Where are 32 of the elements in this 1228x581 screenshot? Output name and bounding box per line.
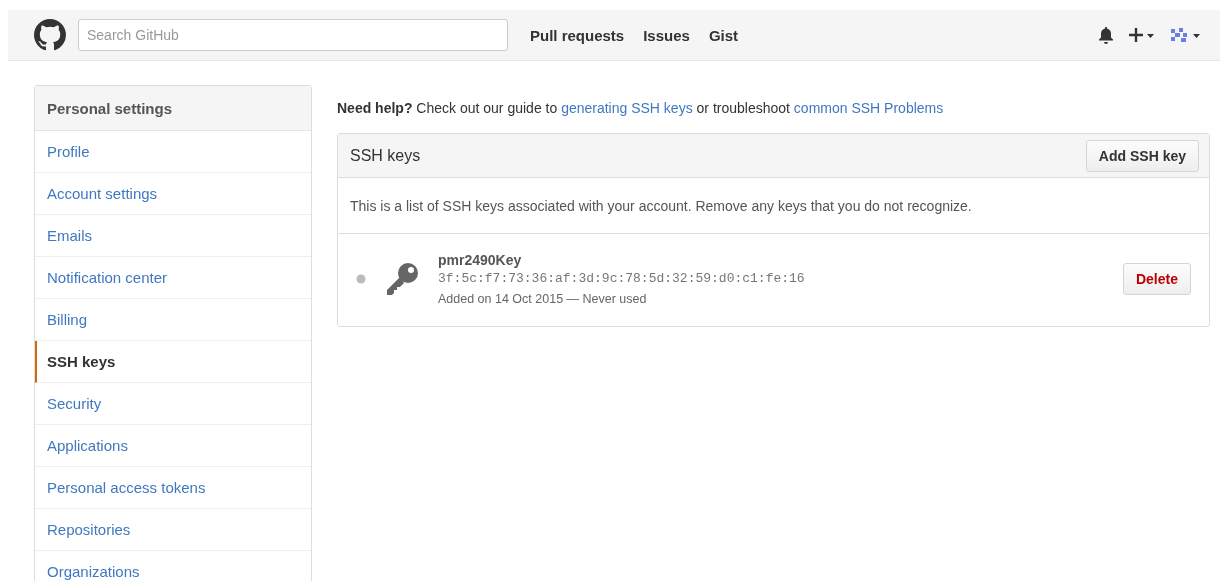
nav-link[interactable]: Gist [708, 26, 739, 44]
bell-icon[interactable] [1098, 26, 1114, 44]
nav-link[interactable]: Pull requests [530, 26, 625, 44]
key-meta: Added on 14 Oct 2015 — Never used [438, 292, 648, 306]
delete-button[interactable]: Delete [1122, 263, 1191, 295]
sidebar-item[interactable]: Notification center [35, 257, 311, 299]
search-field[interactable]: Search GitHub [78, 19, 508, 51]
avatar-dropdown-icon[interactable] [1170, 27, 1202, 43]
key-fingerprint: 3f:5c:f7:73:36:af:3d:9c:78:5d:32:59:d0:c1:fe:16 [438, 271, 806, 286]
sidebar-item[interactable]: Security [35, 383, 311, 425]
panel-title: SSH keys [350, 146, 421, 165]
sidebar-item[interactable]: Repositories [35, 509, 311, 551]
sidebar-item[interactable]: Account settings [35, 173, 311, 215]
key-icon [384, 261, 420, 297]
guide-link[interactable]: generating SSH keys [561, 100, 693, 116]
nav-link[interactable]: Issues [643, 26, 690, 44]
sidebar-item[interactable]: SSH keys [35, 341, 311, 383]
sidebar-title: Personal settings [35, 86, 311, 131]
sidebar-item[interactable]: Profile [35, 131, 311, 173]
sidebar-item[interactable]: Applications [35, 425, 311, 467]
add-key-button[interactable]: Add SSH key [1085, 139, 1199, 172]
plus-dropdown-icon[interactable] [1128, 27, 1156, 43]
status-dot-icon [356, 274, 366, 284]
key-name: pmr2490Key [438, 252, 523, 268]
panel-description: This is a list of SSH keys associated with your account. Remove any keys that you do not recognize. [338, 178, 1209, 234]
sidebar-item[interactable]: Emails [35, 215, 311, 257]
sidebar-item[interactable]: Organizations [35, 551, 311, 581]
sidebar-item[interactable]: Personal access tokens [35, 467, 311, 509]
help-text: Need help? Check out our guide to generating SSH keys or troubleshoot common SSH Problems [337, 100, 945, 116]
logo-icon[interactable] [34, 19, 66, 51]
troubleshoot-link[interactable]: common SSH Problems [793, 100, 944, 116]
sidebar-item[interactable]: Billing [35, 299, 311, 341]
